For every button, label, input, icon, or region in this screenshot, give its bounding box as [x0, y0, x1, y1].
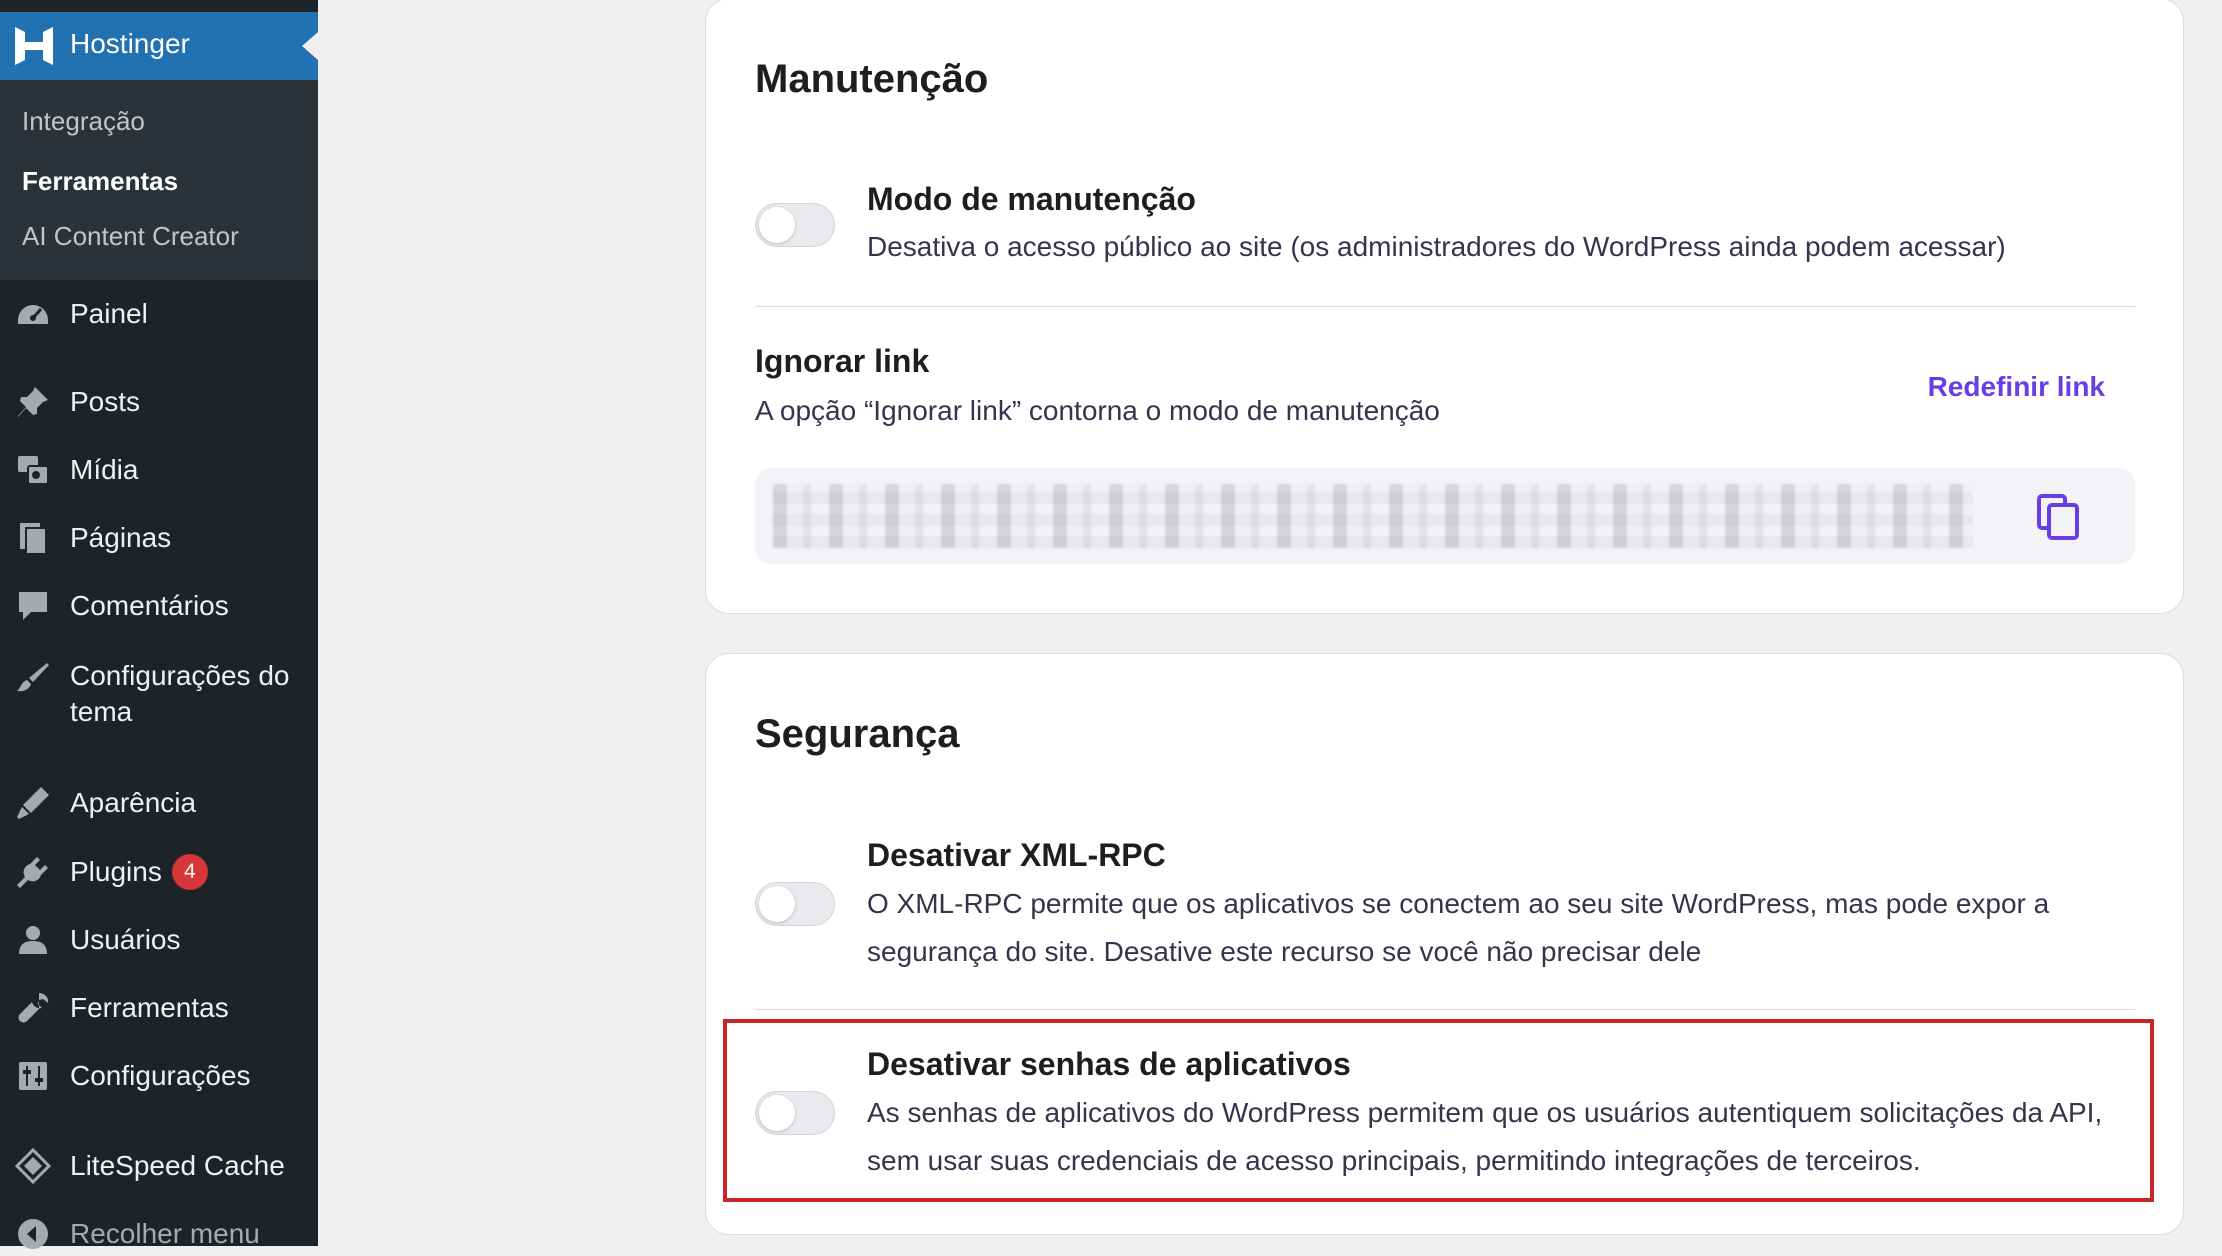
plugins-update-badge: 4 [171, 854, 208, 890]
plugin-icon [17, 857, 48, 888]
xmlrpc-toggle[interactable] [755, 882, 835, 926]
blurred-link-url [773, 484, 1973, 548]
comment-icon [19, 592, 47, 620]
current-menu-arrow [302, 32, 318, 60]
sidebar-item-midia[interactable]: Mídia [0, 452, 318, 492]
sidebar-item-ferramentas[interactable]: Ferramentas [0, 990, 318, 1030]
sidebar-item-label: Recolher menu [70, 1218, 260, 1249]
sidebar-item-configuracoes-tema[interactable]: Configurações do tema [0, 658, 318, 734]
wrench-icon [18, 993, 49, 1023]
sidebar-item-label: Aparência [70, 787, 197, 818]
security-title: Segurança [755, 712, 960, 756]
litespeed-icon [15, 1148, 51, 1184]
maintenance-card: Manutenção Modo de manutenção Desativa o… [705, 0, 2184, 614]
bypass-link-field[interactable] [755, 468, 2135, 564]
sidebar-item-label: Páginas [70, 522, 172, 553]
sidebar-item-paginas[interactable]: Páginas [0, 520, 318, 560]
xmlrpc-description: O XML-RPC permite que os aplicativos se … [867, 888, 2050, 967]
media-icon [18, 456, 49, 485]
toggle-knob [759, 886, 795, 922]
sidebar-item-label: Mídia [70, 454, 139, 485]
sidebar-item-label: Plugins 4 [70, 854, 208, 890]
sidebar-item-litespeed-cache[interactable]: LiteSpeed Cache [0, 1148, 318, 1188]
bypass-link-description: A opção “Ignorar link” contorna o modo d… [755, 395, 1440, 426]
sidebar-item-label: LiteSpeed Cache [70, 1150, 285, 1181]
dashboard-icon [18, 305, 48, 324]
divider [755, 1009, 2135, 1010]
sidebar-item-label: Ferramentas [70, 992, 229, 1023]
xmlrpc-title: Desativar XML-RPC [867, 837, 1166, 873]
hostinger-submenu: Integração Ferramentas AI Content Creato… [0, 80, 318, 280]
copy-icon[interactable] [2037, 494, 2081, 540]
sidebar-item-posts[interactable]: Posts [0, 384, 318, 424]
highlight-box [723, 1019, 2154, 1202]
divider [755, 306, 2135, 307]
brush-icon [17, 663, 49, 692]
sidebar-brand-label: Hostinger [70, 28, 190, 59]
user-icon [19, 926, 47, 954]
pin-icon [18, 387, 48, 417]
sidebar-item-painel[interactable]: Painel [0, 296, 318, 336]
sidebar-collapse-menu[interactable]: Recolher menu [0, 1216, 318, 1256]
sidebar-item-label: Painel [70, 298, 148, 329]
maintenance-title: Manutenção [755, 57, 989, 101]
plugins-label: Plugins [70, 856, 162, 887]
sidebar-item-usuarios[interactable]: Usuários [0, 922, 318, 962]
bypass-link-title: Ignorar link [755, 343, 930, 379]
pages-icon [20, 523, 47, 555]
settings-icon [19, 1062, 47, 1090]
sidebar-item-aparencia[interactable]: Aparência [0, 785, 318, 825]
toggle-knob [759, 207, 795, 243]
sidebar-item-configuracoes[interactable]: Configurações [0, 1058, 318, 1098]
reset-link-button[interactable]: Redefinir link [1928, 371, 2105, 403]
submenu-item-ai-content-creator[interactable]: AI Content Creator [22, 221, 239, 252]
maintenance-mode-toggle[interactable] [755, 203, 835, 247]
sidebar-item-comentarios[interactable]: Comentários [0, 588, 318, 628]
maintenance-mode-title: Modo de manutenção [867, 181, 1196, 217]
hostinger-logo-icon [15, 27, 53, 65]
sidebar-item-label: Usuários [70, 924, 181, 955]
appearance-icon [17, 787, 49, 819]
sidebar-item-label: Configurações [70, 1060, 251, 1091]
admin-sidebar: Hostinger Integração Ferramentas AI Cont… [0, 0, 318, 1249]
collapse-icon [18, 1219, 48, 1249]
sidebar-item-label: Posts [70, 386, 141, 417]
sidebar-item-plugins[interactable]: Plugins 4 [0, 854, 318, 894]
sidebar-item-label-line2: tema [70, 696, 133, 727]
submenu-item-ferramentas[interactable]: Ferramentas [22, 166, 178, 197]
submenu-item-integracao[interactable]: Integração [22, 106, 145, 137]
sidebar-item-label: Configurações do [70, 660, 290, 691]
sidebar-item-label: Comentários [70, 590, 229, 621]
sidebar-item-hostinger[interactable]: Hostinger [0, 12, 318, 80]
maintenance-mode-description: Desativa o acesso público ao site (os ad… [867, 231, 2006, 262]
